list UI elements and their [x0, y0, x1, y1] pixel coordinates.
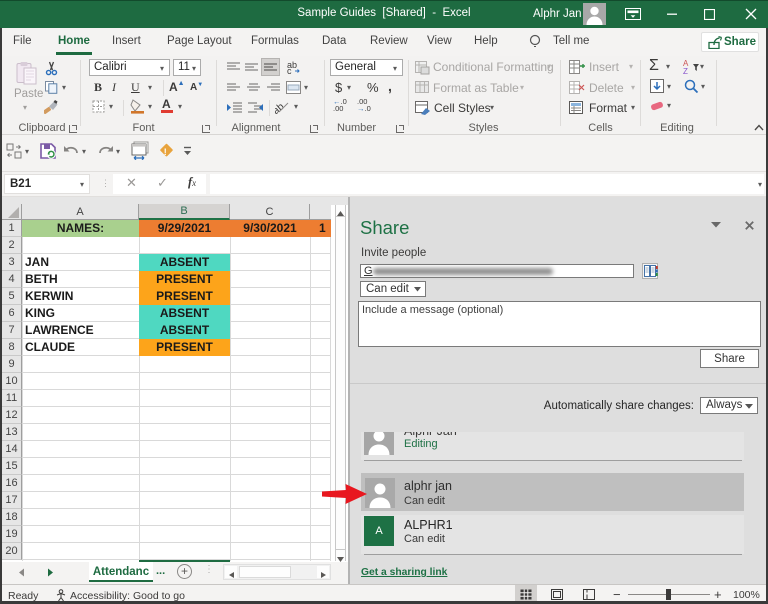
svg-text:!: ! [164, 147, 167, 157]
svg-text:ab: ab [275, 101, 287, 114]
svg-text:c: c [287, 66, 292, 74]
svg-text:Z: Z [683, 67, 688, 74]
